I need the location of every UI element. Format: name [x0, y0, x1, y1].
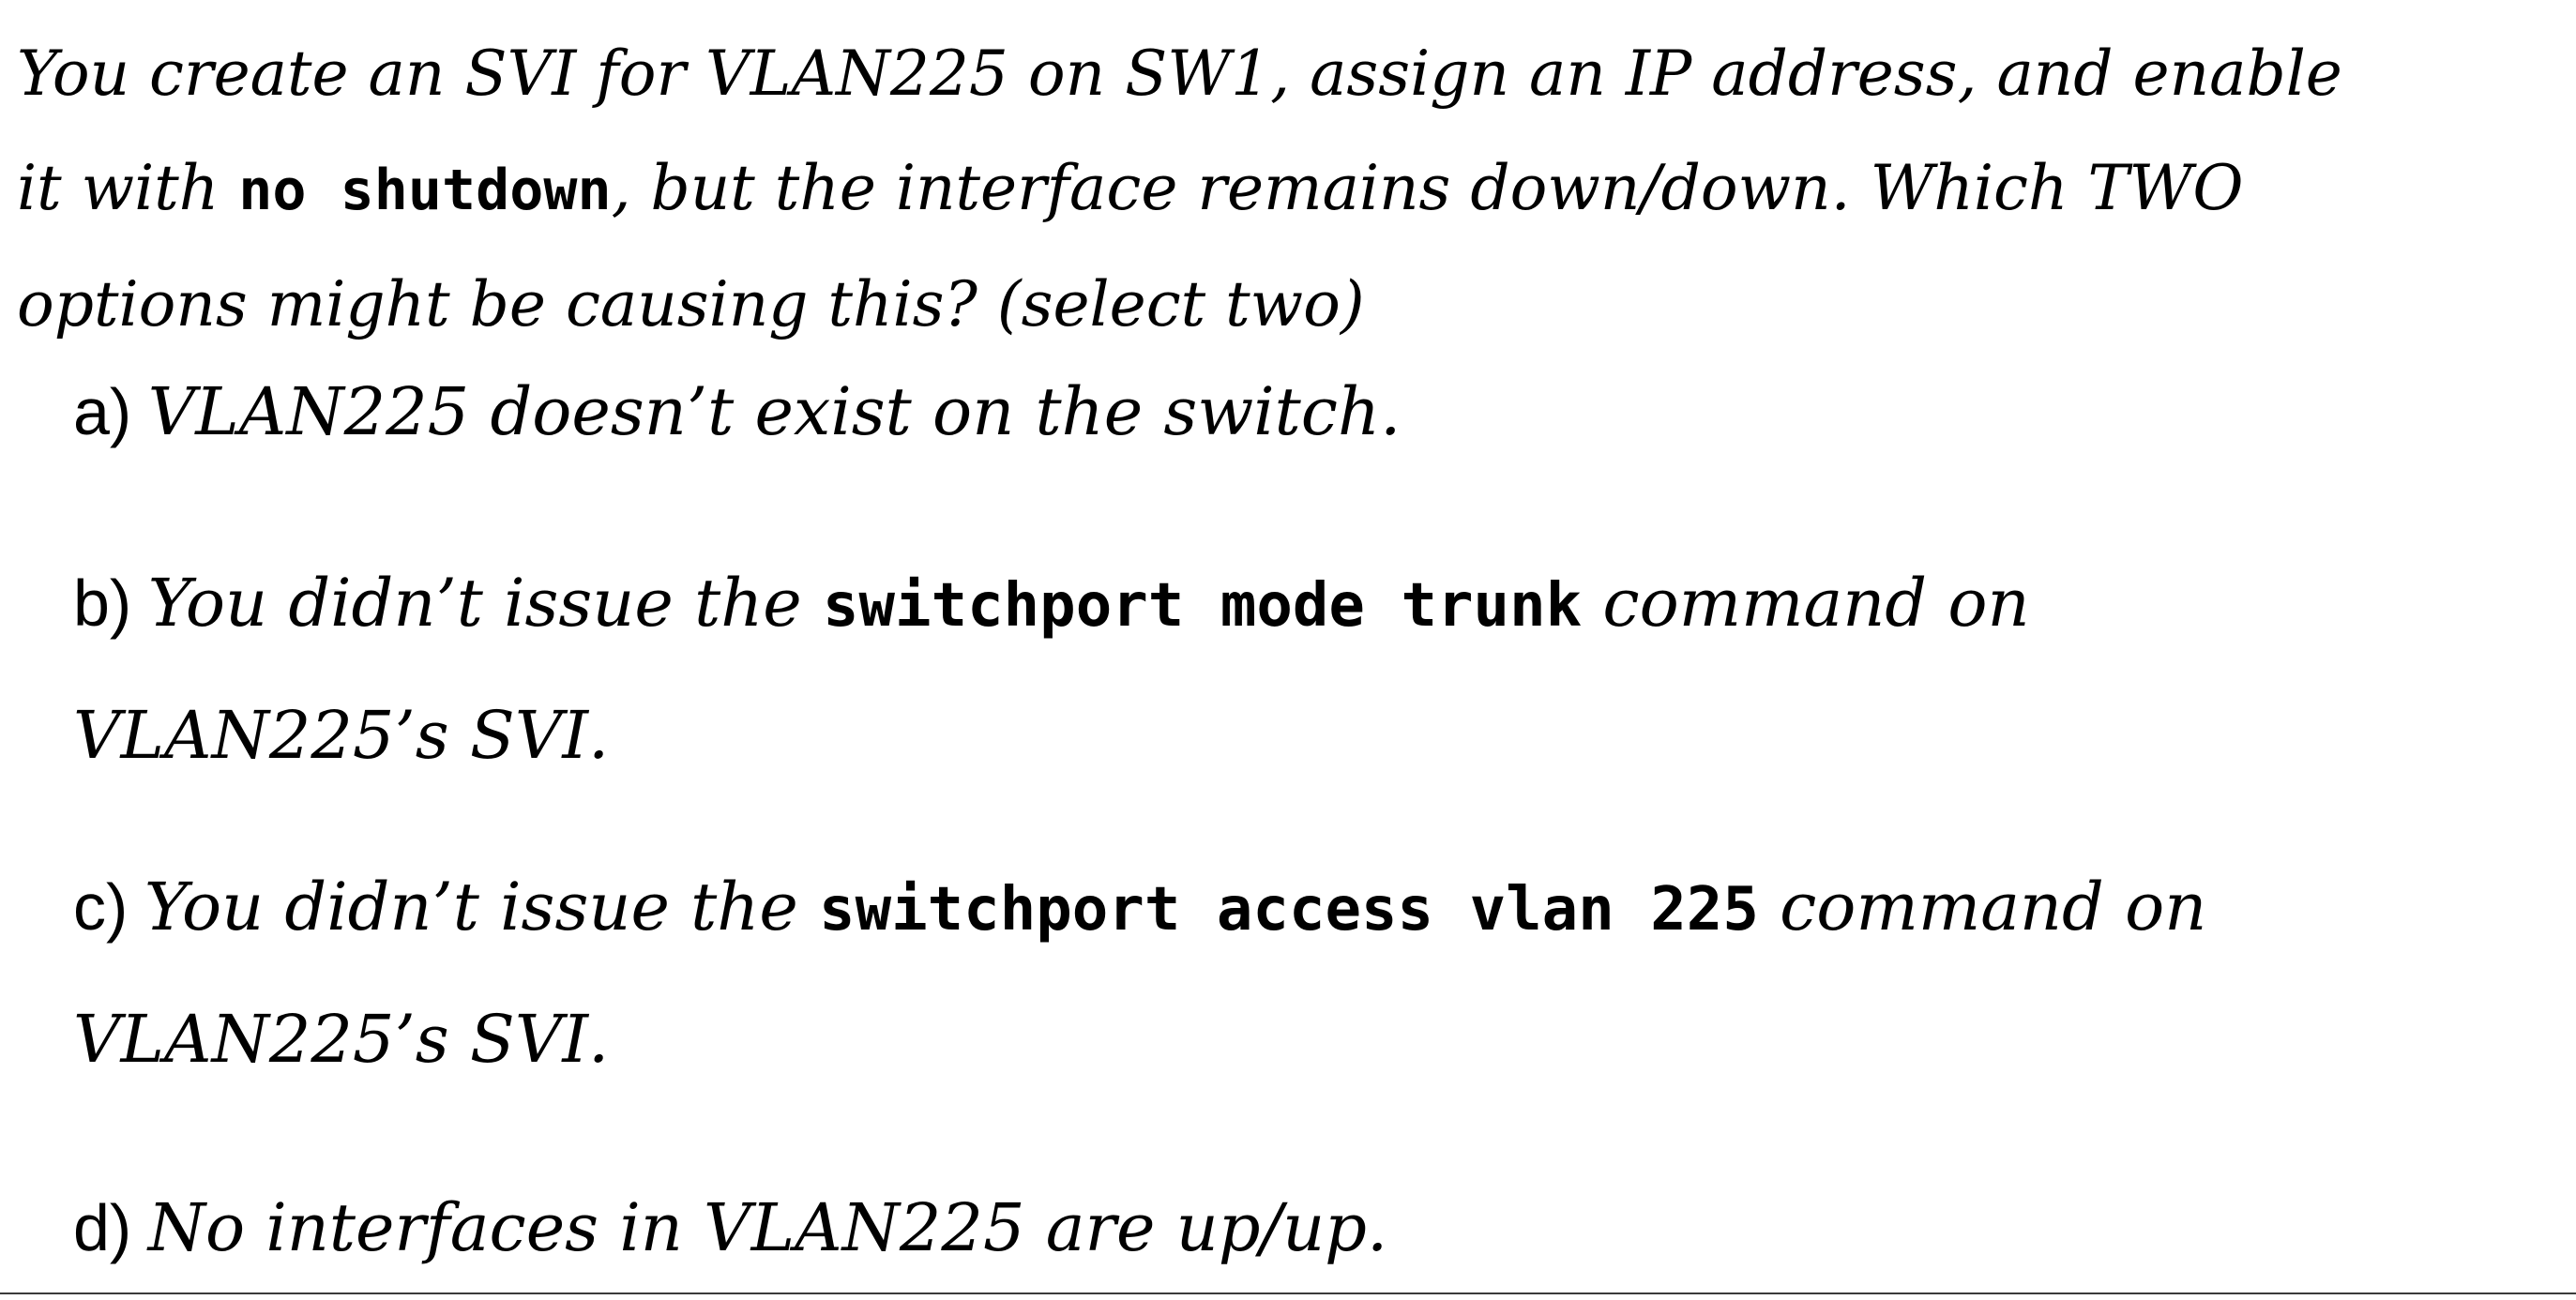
option-a-text: VLAN225 doesn’t exist on the switch. [147, 373, 1402, 450]
question-part-3: , but the interface remains down/down. W… [611, 152, 2244, 224]
bottom-divider [0, 1292, 2576, 1294]
question-part-4: options might be causing this? (select t… [17, 268, 1365, 340]
option-b-pre: You didn’t issue the [147, 565, 823, 642]
option-c-line-2: VLAN225’s SVI. [73, 1001, 610, 1078]
option-c-command: switchport access vlan 225 [819, 875, 1759, 945]
option-c[interactable]: c) You didn’t issue the switchport acces… [73, 842, 2206, 1104]
option-d-text: No interfaces in VLAN225 are up/up. [147, 1189, 1388, 1266]
question-command: no shutdown [238, 158, 612, 223]
question-part-1: You create an SVI for VLAN225 on SW1, as… [17, 38, 2342, 110]
question-line-3: options might be causing this? (select t… [17, 248, 2550, 362]
option-b-post: command on [1582, 565, 2030, 642]
option-c-pre: You didn’t issue the [144, 869, 820, 945]
slide: You create an SVI for VLAN225 on SW1, as… [0, 0, 2576, 1300]
option-c-post: command on [1758, 869, 2207, 945]
option-b-line-1: b) You didn’t issue the switchport mode … [73, 538, 2030, 671]
option-a[interactable]: a) VLAN225 doesn’t exist on the switch. [73, 347, 1401, 478]
question-part-2: it with [17, 152, 239, 224]
option-b-line-2: VLAN225’s SVI. [73, 697, 610, 774]
option-b[interactable]: b) You didn’t issue the switchport mode … [73, 538, 2030, 800]
option-c-letter: c) [73, 870, 129, 944]
option-b-command: switchport mode trunk [822, 571, 1583, 641]
option-d[interactable]: d) No interfaces in VLAN225 are up/up. [73, 1163, 1387, 1294]
question-line-2: it with no shutdown, but the interface r… [17, 131, 2550, 248]
question-line-1: You create an SVI for VLAN225 on SW1, as… [17, 17, 2550, 131]
option-d-letter: d) [73, 1191, 132, 1264]
option-a-letter: a) [73, 375, 132, 448]
option-b-letter: b) [73, 567, 132, 640]
option-c-line-1: c) You didn’t issue the switchport acces… [73, 842, 2206, 975]
question-text: You create an SVI for VLAN225 on SW1, as… [17, 17, 2550, 362]
